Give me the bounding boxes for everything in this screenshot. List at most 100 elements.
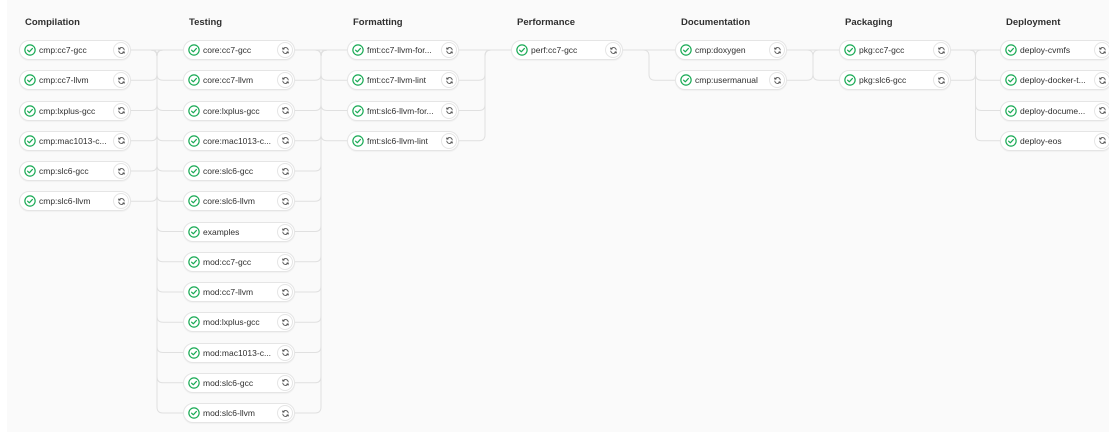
job-name[interactable]: cmp:doxygen [695,45,775,55]
job-pill[interactable]: fmt:cc7-llvm-for... [347,40,459,60]
job-pill[interactable]: deploy-cvmfs [1000,40,1109,60]
retry-button[interactable] [277,193,293,210]
retry-button[interactable] [113,42,129,58]
job-pill[interactable]: mod:mac1013-c... [183,342,295,363]
job-name[interactable]: mod:slc6-gcc [203,378,283,388]
job-pill[interactable]: perf:cc7-gcc [511,40,623,60]
job-pill[interactable]: cmp:slc6-llvm [19,191,131,212]
retry-button[interactable] [277,163,293,179]
retry-button[interactable] [769,72,785,89]
stage-title: Packaging [845,17,893,28]
retry-button[interactable] [277,72,293,89]
job-pill[interactable]: mod:cc7-llvm [183,282,295,302]
retry-button[interactable] [605,42,621,58]
job-pill[interactable]: fmt:cc7-llvm-lint [347,70,459,91]
job-pill[interactable]: cmp:usermanual [675,70,787,91]
job-name[interactable]: fmt:cc7-llvm-for... [367,45,447,55]
job-name[interactable]: cmp:lxplus-gcc [39,106,119,116]
job-pill[interactable]: fmt:slc6-llvm-lint [347,130,459,151]
job-pill[interactable]: mod:slc6-llvm [183,403,295,423]
retry-button[interactable] [1094,102,1109,119]
job-name[interactable]: core:mac1013-c... [203,136,283,146]
retry-button[interactable] [113,102,129,119]
job-pill[interactable]: cmp:slc6-gcc [19,161,131,181]
retry-button[interactable] [277,42,293,58]
job-name[interactable]: fmt:slc6-llvm-for... [367,106,447,116]
retry-button[interactable] [1094,72,1109,89]
job-pill[interactable]: pkg:cc7-gcc [839,40,951,60]
retry-button[interactable] [277,223,293,240]
job-pill[interactable]: core:mac1013-c... [183,130,295,151]
job-pill[interactable]: cmp:mac1013-c... [19,130,131,151]
pipeline-graph: Compilation cmp:cc7-gcc cmp:cc7-llvm cmp… [7,0,1109,432]
job-name[interactable]: core:slc6-gcc [203,166,283,176]
retry-button[interactable] [933,72,949,89]
retry-icon [1098,46,1106,54]
retry-button[interactable] [113,193,129,210]
job-pill[interactable]: core:slc6-llvm [183,191,295,212]
job-name[interactable]: examples [203,227,283,237]
job-pill[interactable]: deploy-eos [1000,130,1109,151]
job-name[interactable]: core:lxplus-gcc [203,106,283,116]
job-name[interactable]: fmt:slc6-llvm-lint [367,136,447,146]
retry-button[interactable] [277,314,293,331]
job-name[interactable]: cmp:cc7-llvm [39,75,119,85]
retry-button[interactable] [277,253,293,270]
retry-button[interactable] [933,42,949,58]
job-name[interactable]: mod:cc7-llvm [203,287,283,297]
job-name[interactable]: mod:slc6-llvm [203,408,283,418]
job-name[interactable]: deploy-docker-t... [1020,75,1100,85]
job-pill[interactable]: deploy-docker-t... [1000,70,1109,91]
retry-button[interactable] [277,284,293,300]
job-name[interactable]: fmt:cc7-llvm-lint [367,75,447,85]
job-pill[interactable]: examples [183,221,295,242]
job-pill[interactable]: mod:lxplus-gcc [183,312,295,333]
job-name[interactable]: pkg:slc6-gcc [859,75,939,85]
retry-button[interactable] [769,42,785,58]
retry-button[interactable] [277,405,293,421]
job-pill[interactable]: core:cc7-gcc [183,40,295,60]
job-pill[interactable]: pkg:slc6-gcc [839,70,951,91]
job-pill[interactable]: core:slc6-gcc [183,161,295,181]
retry-button[interactable] [113,163,129,179]
job-pill[interactable]: core:cc7-llvm [183,70,295,91]
connector-line [806,49,839,81]
retry-button[interactable] [277,132,293,149]
retry-button[interactable] [113,72,129,89]
retry-button[interactable] [441,102,457,119]
job-name[interactable]: cmp:mac1013-c... [39,136,119,146]
retry-button[interactable] [277,344,293,361]
job-name[interactable]: mod:mac1013-c... [203,348,283,358]
job-pill[interactable]: cmp:lxplus-gcc [19,100,131,121]
job-pill[interactable]: cmp:cc7-llvm [19,70,131,91]
job-pill[interactable]: mod:cc7-gcc [183,251,295,272]
retry-button[interactable] [441,42,457,58]
job-name[interactable]: deploy-docume... [1020,106,1100,116]
job-pill[interactable]: cmp:doxygen [675,40,787,60]
job-name[interactable]: cmp:cc7-gcc [39,45,119,55]
retry-button[interactable] [441,72,457,89]
job-pill[interactable]: cmp:cc7-gcc [19,40,131,60]
job-name[interactable]: core:cc7-gcc [203,45,283,55]
job-name[interactable]: cmp:usermanual [695,75,775,85]
job-pill[interactable]: fmt:slc6-llvm-for... [347,100,459,121]
retry-button[interactable] [113,132,129,149]
job-name[interactable]: deploy-eos [1020,136,1100,146]
retry-button[interactable] [441,132,457,149]
retry-button[interactable] [1094,42,1109,58]
job-name[interactable]: core:slc6-llvm [203,196,283,206]
job-name[interactable]: pkg:cc7-gcc [859,45,939,55]
job-name[interactable]: deploy-cvmfs [1020,45,1100,55]
job-pill[interactable]: core:lxplus-gcc [183,100,295,121]
job-name[interactable]: mod:cc7-gcc [203,257,283,267]
job-name[interactable]: mod:lxplus-gcc [203,317,283,327]
retry-button[interactable] [277,374,293,391]
job-pill[interactable]: deploy-docume... [1000,100,1109,121]
job-pill[interactable]: mod:slc6-gcc [183,372,295,393]
retry-button[interactable] [277,102,293,119]
job-name[interactable]: core:cc7-llvm [203,75,283,85]
job-name[interactable]: perf:cc7-gcc [531,45,611,55]
retry-button[interactable] [1094,132,1109,149]
job-name[interactable]: cmp:slc6-llvm [39,196,119,206]
job-name[interactable]: cmp:slc6-gcc [39,166,119,176]
